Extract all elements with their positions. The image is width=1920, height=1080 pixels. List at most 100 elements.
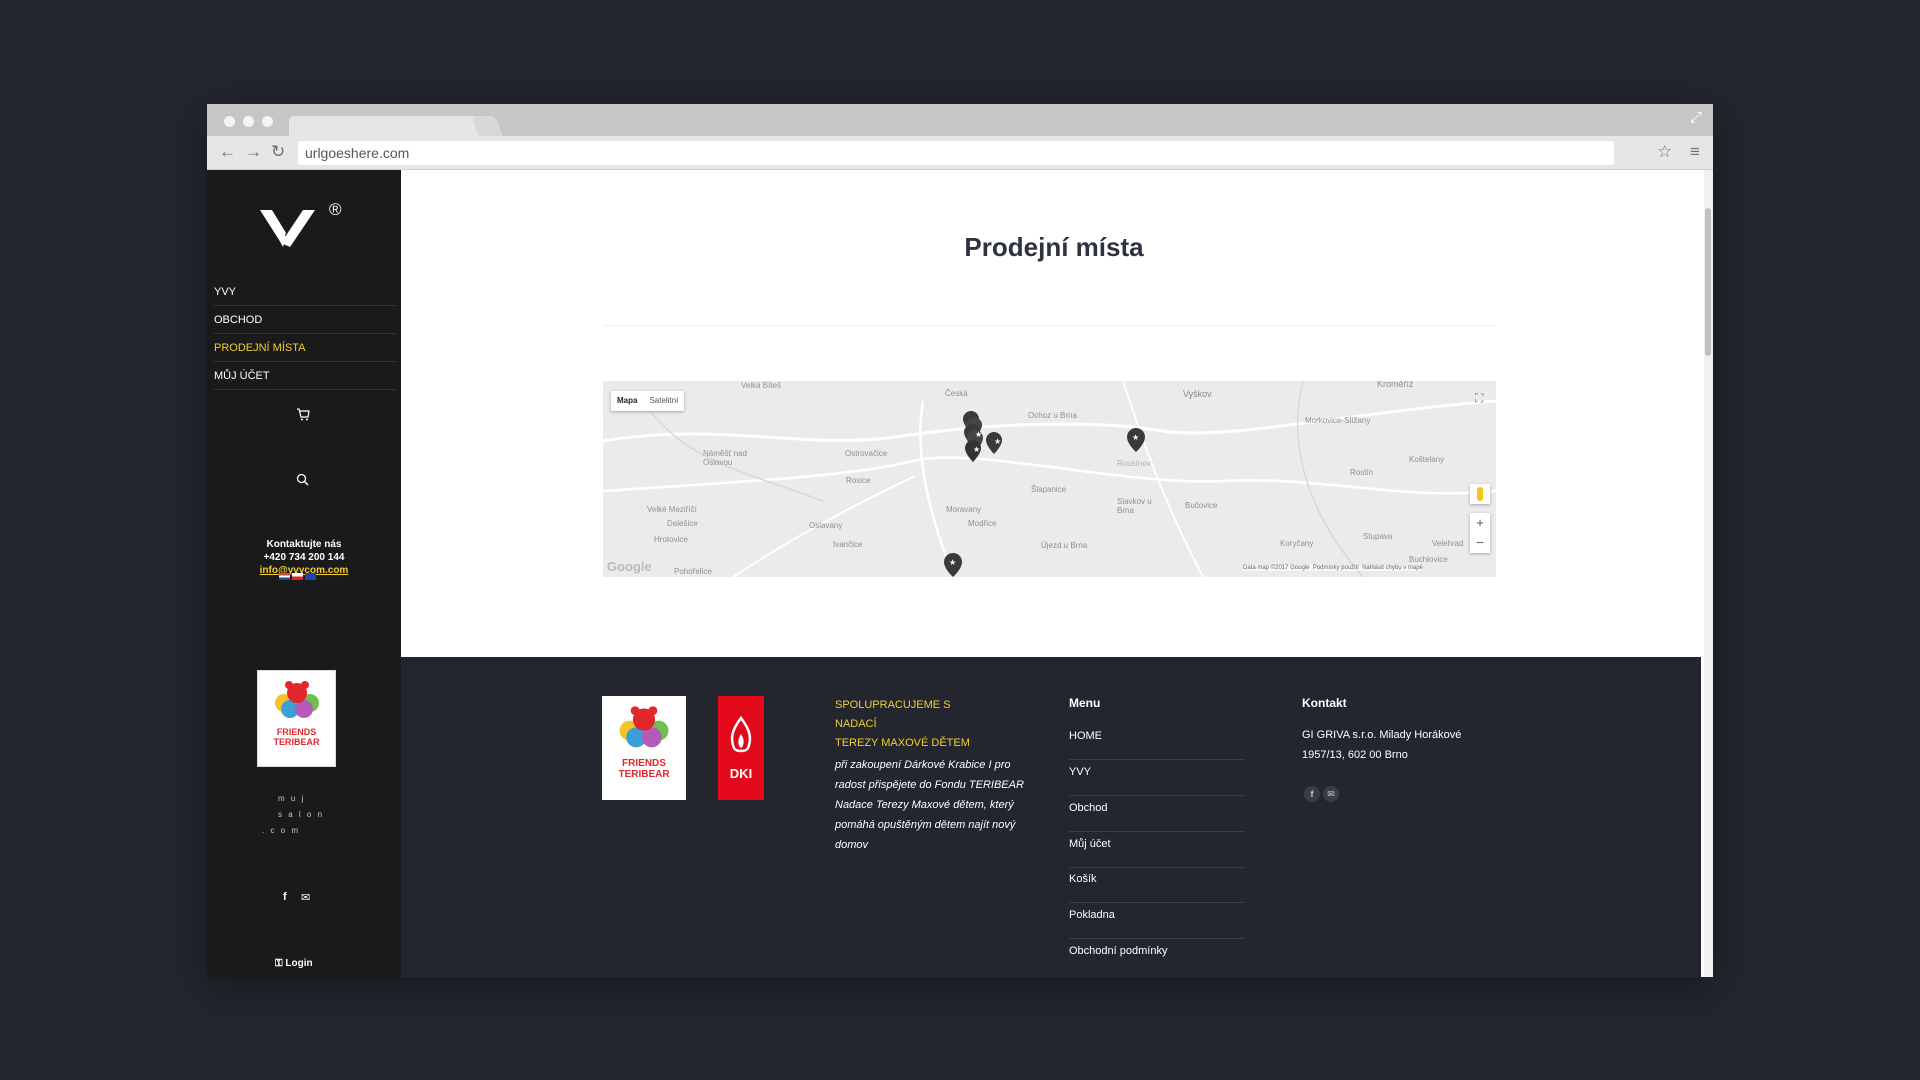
- map-pin-cluster[interactable]: ★ ★ ★: [963, 411, 1013, 471]
- tab-bar: ⤢: [207, 104, 1713, 136]
- map-zoom-control: + −: [1470, 513, 1490, 553]
- mail-icon[interactable]: ✉: [1323, 786, 1339, 802]
- map-label: Oslavany: [809, 521, 843, 530]
- attribution-text: Data map ©2017 Google: [1243, 565, 1310, 571]
- registered-mark: ®: [329, 200, 342, 219]
- expand-icon[interactable]: ⤢: [1690, 109, 1702, 126]
- svg-text:★: ★: [949, 558, 956, 567]
- footer: FRIENDS TERIBEAR DKI SPOLUPRACUJEME S NA…: [401, 657, 1701, 977]
- teribear-footer-line1: FRIENDS: [622, 758, 666, 769]
- url-text: urlgoeshere.com: [305, 145, 410, 161]
- dki-logo[interactable]: DKI: [718, 696, 764, 800]
- map-label: Újezd u Brna: [1041, 541, 1088, 550]
- partner-heading-line2: TEREZY MAXOVÉ DĚTEM: [835, 737, 970, 749]
- flag-gb-icon[interactable]: [305, 573, 316, 580]
- language-flags: [279, 573, 329, 581]
- footer-menu-heading: Menu: [1069, 696, 1101, 710]
- teribear-logo-footer[interactable]: FRIENDS TERIBEAR: [602, 696, 686, 800]
- map-label: Rosice: [846, 476, 871, 485]
- footer-menu-kosik[interactable]: Košík: [1069, 868, 1244, 903]
- dki-text: DKI: [729, 766, 753, 781]
- svg-text:★: ★: [975, 430, 982, 439]
- zoom-in-button[interactable]: +: [1470, 513, 1490, 533]
- sidebar-item-yvy[interactable]: YVY: [214, 278, 396, 306]
- pegman-icon[interactable]: [1470, 484, 1490, 504]
- map-fullscreen-icon[interactable]: ⛶: [1475, 391, 1489, 405]
- key-icon: ⚿: [275, 958, 283, 969]
- sidebar-item-muj-ucet[interactable]: MŮJ ÚČET: [214, 362, 396, 390]
- map-type-map-button[interactable]: Mapa: [611, 396, 643, 405]
- map-label: Šlapanice: [1031, 485, 1067, 494]
- teribear-logo-sidebar[interactable]: FRIENDS TERIBEAR: [257, 670, 336, 767]
- teribear-text-line2: TERIBEAR: [273, 737, 320, 747]
- title-divider: [603, 325, 1496, 326]
- map-label: Rostín: [1350, 468, 1374, 477]
- map-label: Ivančice: [833, 540, 863, 549]
- zoom-out-button[interactable]: −: [1470, 533, 1490, 553]
- mujsalon-logo[interactable]: m u j s a l o n . c o m: [257, 791, 357, 839]
- window-close-dot[interactable]: [224, 116, 235, 127]
- main-content: Prodejní místa Mapa Satelitní Velká Bíteš…: [401, 170, 1707, 977]
- star-icon[interactable]: ☆: [1657, 142, 1672, 162]
- address-line1: GI GRIVA s.r.o. Milady Horákové: [1302, 729, 1462, 741]
- partner-heading-line1: SPOLUPRACUJEME S NADACÍ: [835, 699, 951, 730]
- contact-phone[interactable]: +420 734 200 144: [207, 551, 401, 564]
- map-label: Modřice: [968, 519, 997, 528]
- map-label: Slavkov u Brna: [1117, 497, 1152, 515]
- map-pin[interactable]: ★: [1126, 427, 1146, 453]
- footer-menu-pokladna[interactable]: Pokladna: [1069, 904, 1244, 939]
- map-label: Bučovice: [1185, 501, 1218, 510]
- page-scrollbar[interactable]: [1704, 170, 1713, 977]
- map-label: Ostrovačice: [845, 449, 888, 458]
- map-label: Velehrad: [1432, 539, 1464, 548]
- facebook-icon[interactable]: f: [1304, 786, 1320, 802]
- map-label: Náměšť nad Oslavou: [703, 449, 747, 467]
- footer-address: GI GRIVA s.r.o. Milady Horákové 1957/13,…: [1302, 725, 1461, 765]
- google-logo[interactable]: Google: [607, 559, 652, 574]
- terms-link[interactable]: Podmínky použití: [1313, 565, 1359, 571]
- window-maximize-dot[interactable]: [262, 116, 273, 127]
- arrow-left-icon[interactable]: ←: [219, 142, 236, 162]
- map-label: Morkovice-Slížany: [1305, 416, 1371, 425]
- map-label: Hrotovice: [654, 535, 688, 544]
- svg-text:★: ★: [973, 445, 980, 454]
- map-pin[interactable]: ★: [943, 552, 963, 577]
- partner-heading: SPOLUPRACUJEME S NADACÍ TEREZY MAXOVÉ DĚ…: [835, 696, 995, 753]
- window-minimize-dot[interactable]: [243, 116, 254, 127]
- login-link[interactable]: ⚿ Login: [275, 958, 313, 969]
- footer-menu-obchodni-podminky[interactable]: Obchodní podmínky: [1069, 940, 1244, 975]
- pegman-figure: [1477, 487, 1483, 501]
- map-label: Buchlovice: [1409, 555, 1448, 564]
- page-title: Prodejní místa: [964, 232, 1144, 262]
- teribear-text-line1: FRIENDS: [276, 727, 317, 737]
- map-label: Velké Meziříčí: [647, 505, 697, 514]
- map-label: Kroměříž: [1377, 381, 1414, 389]
- reload-icon[interactable]: ↻: [271, 142, 285, 162]
- flag-hr-icon[interactable]: [279, 573, 290, 580]
- contact-heading: Kontaktujte nás: [266, 539, 342, 550]
- site-logo[interactable]: [259, 203, 319, 256]
- address-input[interactable]: urlgoeshere.com: [298, 141, 1614, 165]
- cart-icon[interactable]: [296, 408, 310, 426]
- scrollbar-thumb[interactable]: [1705, 208, 1711, 356]
- hamburger-icon[interactable]: ≡: [1690, 142, 1700, 162]
- map-label: Rousínov: [1117, 459, 1151, 468]
- facebook-icon[interactable]: f: [283, 891, 287, 903]
- sidebar-item-obchod[interactable]: OBCHOD: [214, 306, 396, 334]
- footer-menu-obchod[interactable]: Obchod: [1069, 797, 1244, 832]
- footer-menu-home[interactable]: HOME: [1069, 725, 1244, 760]
- arrow-right-icon[interactable]: →: [245, 142, 262, 162]
- search-icon[interactable]: [296, 473, 309, 491]
- report-link[interactable]: Nahlásit chybu v mapě: [1362, 565, 1423, 571]
- browser-tab[interactable]: [289, 116, 479, 136]
- sidebar-item-prodejni-mista[interactable]: PRODEJNÍ MÍSTA: [214, 334, 396, 362]
- mujsalon-line2: s a l o n: [278, 810, 325, 819]
- map-type-satellite-button[interactable]: Satelitní: [643, 396, 684, 405]
- map-label: Stupava: [1363, 532, 1393, 541]
- store-map[interactable]: Mapa Satelitní Velká Bíteš Česká Ochoz u …: [603, 381, 1496, 577]
- flag-cz-icon[interactable]: [292, 573, 303, 580]
- mail-icon[interactable]: ✉: [301, 891, 310, 904]
- login-label: Login: [285, 958, 313, 969]
- footer-menu-yvy[interactable]: YVY: [1069, 761, 1244, 796]
- footer-menu-muj-ucet[interactable]: Můj účet: [1069, 833, 1244, 868]
